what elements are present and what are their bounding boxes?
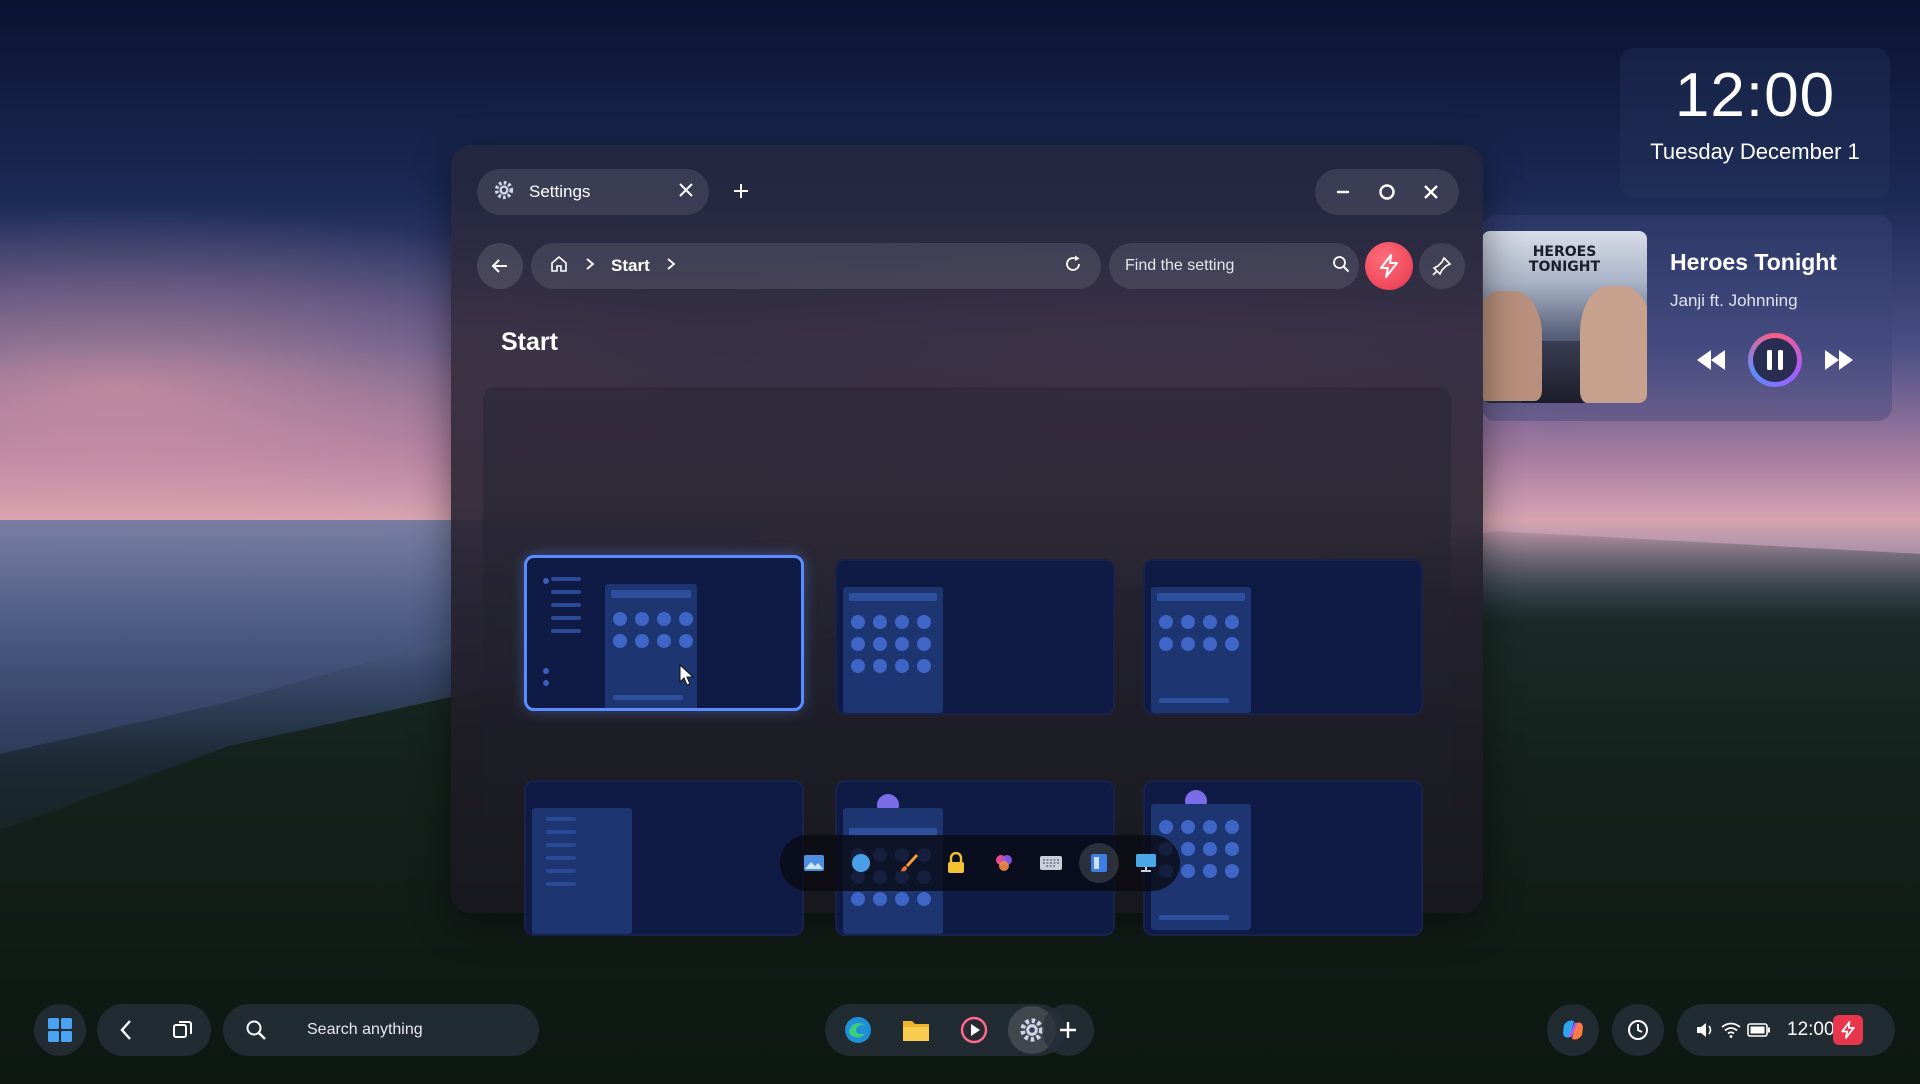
mini-start-menu (1151, 587, 1251, 713)
album-art-person-right (1580, 286, 1647, 403)
pinned-apps (825, 1004, 1065, 1056)
fast-forward-icon[interactable] (1822, 343, 1856, 377)
tray-time: 12:00 (1787, 1019, 1835, 1040)
close-icon (1424, 185, 1438, 199)
layout-option-2[interactable] (835, 559, 1115, 715)
pin-button[interactable] (1419, 243, 1465, 289)
minimize-icon (1337, 190, 1349, 194)
search-icon (246, 1020, 266, 1040)
minimize-button[interactable] (1326, 175, 1360, 209)
window-controls (1315, 169, 1459, 215)
brush-icon[interactable] (889, 843, 929, 883)
page-title: Start (501, 328, 558, 356)
breadcrumb-current[interactable]: Start (611, 256, 650, 276)
mini-sidebar (532, 808, 597, 928)
maximize-button[interactable] (1370, 175, 1404, 209)
clock-date: Tuesday December 1 (1650, 139, 1860, 164)
rewind-icon[interactable] (1694, 343, 1728, 377)
home-icon[interactable] (549, 254, 569, 279)
add-app-button[interactable] (1042, 1004, 1094, 1056)
history-button[interactable] (1612, 1004, 1664, 1056)
start-button[interactable] (34, 1004, 86, 1056)
clock-widget: 12:00 Tuesday December 1 (1620, 48, 1890, 198)
taskbar-search[interactable]: Search anything (223, 1004, 539, 1056)
notification-lightning-icon[interactable] (1832, 1015, 1863, 1045)
windows-logo-icon (48, 1018, 72, 1042)
volume-icon (1697, 1023, 1712, 1037)
pause-button[interactable] (1748, 333, 1802, 387)
nav-controls (97, 1004, 211, 1056)
start-layout-icon[interactable] (1078, 843, 1119, 883)
copilot-icon (1563, 1020, 1583, 1040)
file-explorer-icon[interactable] (892, 1006, 940, 1054)
mini-start-menu (843, 587, 943, 713)
theme-icon[interactable] (841, 843, 881, 883)
clock-icon (1628, 1020, 1648, 1040)
album-art-title-line2: TONIGHT (1528, 259, 1601, 275)
task-view-icon (172, 1021, 192, 1038)
album-art-title-line1: HEROES (1532, 244, 1597, 260)
media-controls (1694, 333, 1856, 387)
album-art-title: HEROES TONIGHT (1522, 245, 1607, 275)
tab-settings[interactable]: Settings (477, 169, 709, 215)
setting-search (1109, 243, 1359, 289)
colors-icon[interactable] (984, 843, 1024, 883)
wifi-icon (1721, 1022, 1741, 1038)
mini-start-menu (605, 584, 697, 708)
song-title: Heroes Tonight (1670, 249, 1837, 275)
mini-start-menu (532, 808, 632, 934)
search-icon[interactable] (1332, 255, 1350, 278)
breadcrumb: Start (531, 243, 1101, 289)
layout-option-4[interactable] (524, 780, 804, 936)
close-button[interactable] (1414, 175, 1448, 209)
arrow-left-icon (491, 259, 507, 273)
mini-sidebar (537, 568, 602, 688)
new-tab-button[interactable] (723, 173, 759, 209)
back-button[interactable] (477, 243, 523, 289)
chevron-right-icon (666, 257, 676, 276)
back-nav-button[interactable] (102, 1006, 150, 1054)
song-artist: Janji ft. Johnning (1670, 291, 1798, 310)
layout-option-3[interactable] (1143, 559, 1423, 715)
wallpaper-icon[interactable] (794, 843, 834, 883)
layout-option-6[interactable] (1143, 780, 1423, 936)
pause-icon (1753, 338, 1797, 382)
album-art[interactable]: HEROES TONIGHT (1482, 231, 1647, 403)
quick-action-button[interactable] (1365, 242, 1413, 290)
lightning-icon (1380, 254, 1398, 278)
system-tray[interactable]: 12:00 (1677, 1004, 1895, 1056)
start-layout-panel (483, 387, 1451, 936)
lock-icon[interactable] (936, 843, 976, 883)
maximize-icon (1379, 184, 1395, 200)
clock-time: 12:00 (1674, 61, 1836, 130)
display-icon[interactable] (1126, 843, 1166, 883)
media-player-icon[interactable] (950, 1006, 998, 1054)
settings-window: Settings Start Find the setting Start (451, 145, 1483, 936)
tab-label: Settings (529, 182, 591, 201)
pin-icon (1432, 256, 1452, 276)
keyboard-icon[interactable] (1031, 843, 1071, 883)
close-tab-icon[interactable] (679, 182, 693, 202)
chevron-left-icon (119, 1020, 131, 1040)
media-widget: HEROES TONIGHT Heroes Tonight Janji ft. … (1482, 215, 1892, 421)
copilot-button[interactable] (1547, 1004, 1599, 1056)
plus-icon (734, 184, 748, 198)
settings-category-dock (780, 835, 1180, 891)
taskbar-search-placeholder: Search anything (307, 1021, 423, 1038)
task-view-button[interactable] (159, 1006, 207, 1054)
battery-icon (1747, 1023, 1770, 1037)
chevron-right-icon (585, 257, 595, 276)
mouse-cursor-icon (679, 664, 695, 686)
layout-option-1[interactable] (524, 555, 804, 711)
refresh-icon[interactable] (1063, 254, 1083, 279)
setting-search-input[interactable] (1125, 257, 1332, 275)
edge-browser-icon[interactable] (834, 1006, 882, 1054)
gear-icon (493, 179, 515, 206)
plus-icon (1060, 1022, 1076, 1038)
album-art-person-left (1482, 291, 1542, 401)
